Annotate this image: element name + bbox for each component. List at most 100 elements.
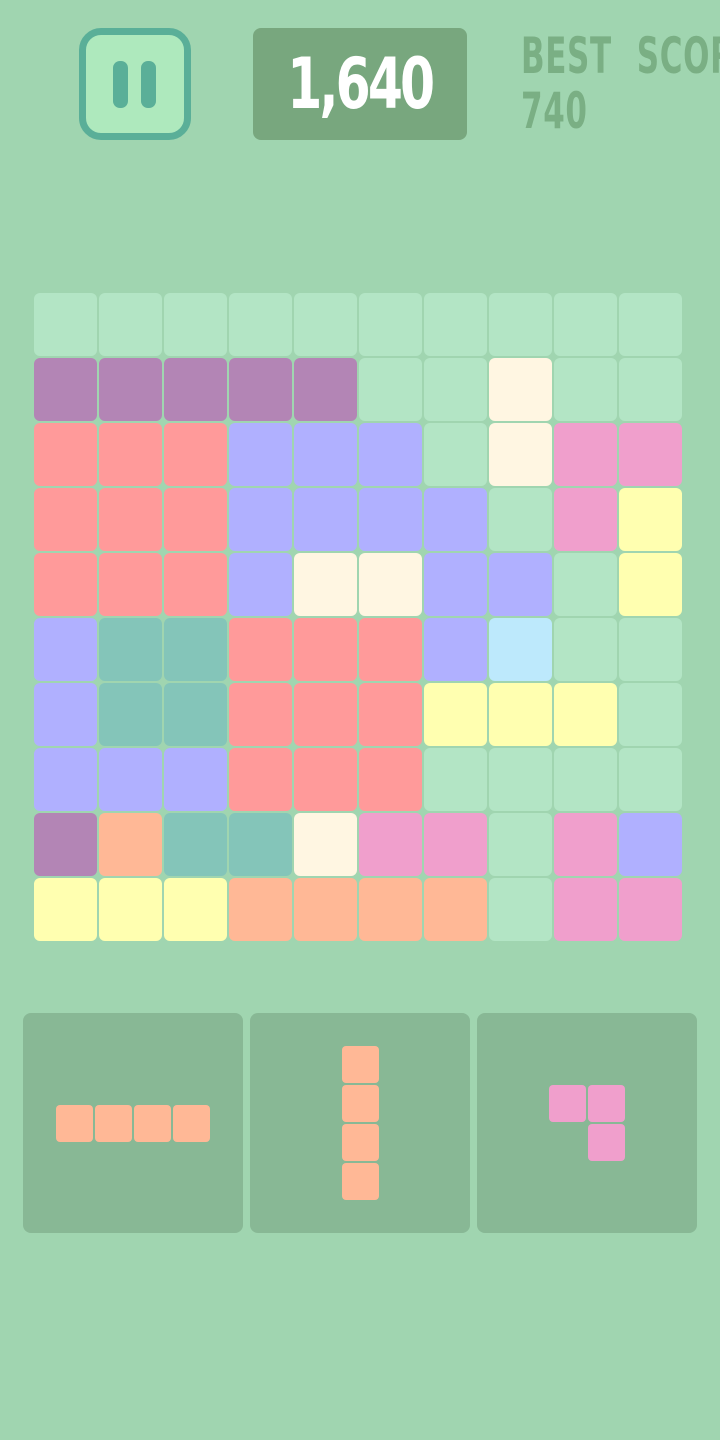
board-cell-yellow — [489, 683, 552, 746]
board-cell-yellow — [424, 683, 487, 746]
piece-block — [95, 1105, 132, 1142]
board-cell-empty — [554, 358, 617, 421]
board-cell-yellow — [164, 878, 227, 941]
board-cell-teal — [99, 683, 162, 746]
board-cell-pink — [424, 813, 487, 876]
board-cell-red — [229, 618, 292, 681]
board-cell-teal — [164, 618, 227, 681]
board-cell-purple — [229, 358, 292, 421]
board-cell-blue — [424, 618, 487, 681]
current-score: 1,640 — [287, 43, 435, 125]
board-cell-pink — [359, 813, 422, 876]
board-cell-empty — [164, 293, 227, 356]
board-cell-empty — [424, 293, 487, 356]
board-cell-red — [99, 488, 162, 551]
board-cell-pink — [554, 488, 617, 551]
board-cell-empty — [554, 553, 617, 616]
vertical-i-piece[interactable] — [342, 1046, 379, 1200]
board-cell-empty — [34, 293, 97, 356]
board-cell-cream — [489, 358, 552, 421]
game-board[interactable] — [34, 293, 686, 945]
pause-icon-bar-right — [141, 61, 156, 108]
board-cell-pink — [554, 813, 617, 876]
board-cell-empty — [229, 293, 292, 356]
piece-block — [134, 1105, 171, 1142]
board-cell-teal — [164, 813, 227, 876]
board-cell-blue — [619, 813, 682, 876]
board-cell-orange — [359, 878, 422, 941]
board-cell-pink — [619, 878, 682, 941]
piece-block — [342, 1046, 379, 1083]
board-cell-red — [34, 488, 97, 551]
board-cell-teal — [99, 618, 162, 681]
board-cell-cream — [294, 553, 357, 616]
board-cell-purple — [294, 358, 357, 421]
best-score-label: BEST SCORE — [521, 27, 720, 85]
board-cell-blue — [359, 423, 422, 486]
board-cell-red — [359, 683, 422, 746]
board-cell-pink — [554, 878, 617, 941]
board-cell-blue — [34, 683, 97, 746]
board-cell-red — [164, 423, 227, 486]
score-panel: 1,640 — [253, 28, 467, 140]
board-cell-empty — [294, 293, 357, 356]
board-cell-empty — [619, 683, 682, 746]
board-cell-yellow — [619, 488, 682, 551]
pause-button[interactable] — [79, 28, 191, 140]
best-score-value: 740 — [521, 82, 588, 140]
board-cell-orange — [99, 813, 162, 876]
board-cell-orange — [229, 878, 292, 941]
board-cell-cream — [294, 813, 357, 876]
board-cell-orange — [294, 878, 357, 941]
board-cell-blue — [424, 553, 487, 616]
pause-icon-bar-left — [113, 61, 128, 108]
corner-piece[interactable] — [549, 1085, 625, 1161]
piece-block — [588, 1085, 625, 1122]
piece-block — [342, 1163, 379, 1200]
board-cell-teal — [164, 683, 227, 746]
piece-slot-3[interactable] — [477, 1013, 697, 1233]
board-cell-orange — [424, 878, 487, 941]
board-cell-empty — [424, 423, 487, 486]
board-cell-yellow — [99, 878, 162, 941]
board-cell-pink — [554, 423, 617, 486]
board-cell-empty — [489, 813, 552, 876]
board-cell-blue — [424, 488, 487, 551]
board-cell-empty — [424, 748, 487, 811]
board-cell-red — [99, 423, 162, 486]
board-cell-empty — [489, 488, 552, 551]
board-cell-empty — [489, 748, 552, 811]
board-cell-yellow — [554, 683, 617, 746]
board-cell-empty — [554, 748, 617, 811]
board-cell-red — [34, 423, 97, 486]
piece-block — [342, 1085, 379, 1122]
board-cell-cream — [489, 423, 552, 486]
board-cell-red — [99, 553, 162, 616]
board-cell-blue — [34, 748, 97, 811]
board-cell-red — [294, 748, 357, 811]
board-cell-empty — [424, 358, 487, 421]
piece-slot-1[interactable] — [23, 1013, 243, 1233]
board-cell-blue — [489, 553, 552, 616]
board-cell-blue — [229, 488, 292, 551]
board-cell-empty — [619, 358, 682, 421]
piece-slot-2[interactable] — [250, 1013, 470, 1233]
board-cell-blue — [294, 423, 357, 486]
board-cell-teal — [229, 813, 292, 876]
horizontal-i-piece[interactable] — [56, 1105, 210, 1142]
board-cell-red — [164, 553, 227, 616]
board-cell-blue — [99, 748, 162, 811]
board-cell-lightblue — [489, 618, 552, 681]
board-cell-yellow — [34, 878, 97, 941]
board-cell-empty — [99, 293, 162, 356]
board-cell-purple — [34, 358, 97, 421]
board-cell-empty — [619, 293, 682, 356]
board-cell-empty — [619, 748, 682, 811]
board-cell-empty — [554, 293, 617, 356]
board-cell-empty — [554, 618, 617, 681]
piece-block — [56, 1105, 93, 1142]
board-cell-pink — [619, 423, 682, 486]
board-cell-blue — [359, 488, 422, 551]
board-cell-blue — [229, 553, 292, 616]
piece-block — [549, 1085, 586, 1122]
